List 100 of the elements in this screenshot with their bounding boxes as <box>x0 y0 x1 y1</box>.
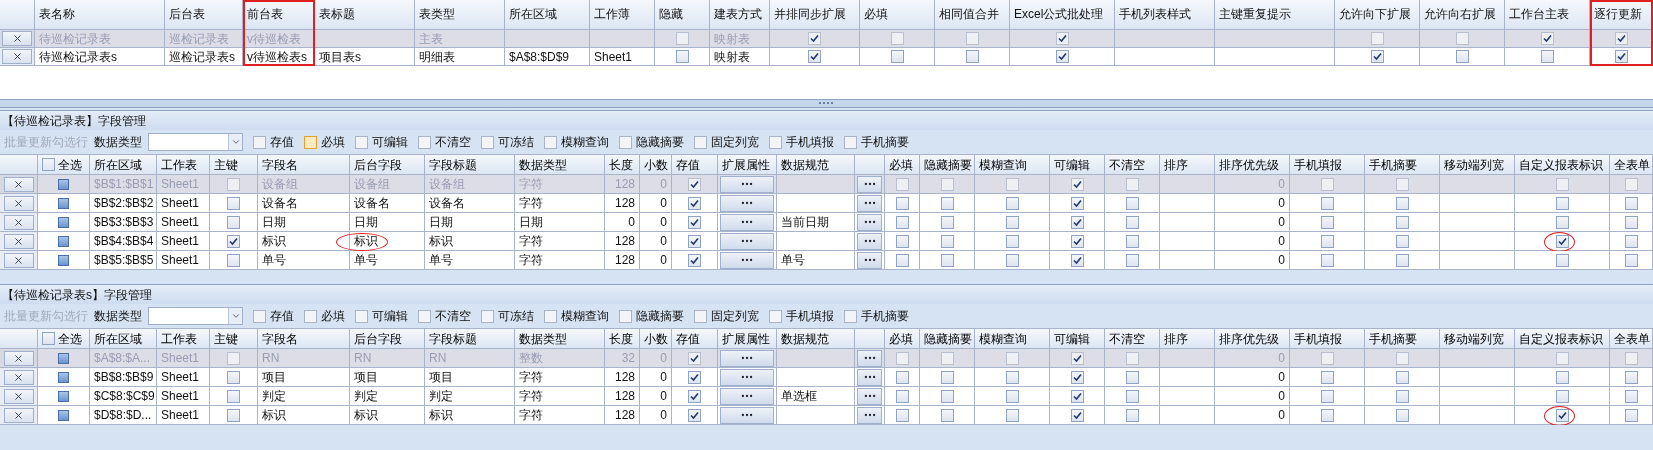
checkbox[interactable] <box>1455 50 1469 63</box>
select-all-checkbox[interactable] <box>42 158 55 171</box>
checkbox[interactable] <box>1395 389 1409 403</box>
checkbox[interactable] <box>227 215 240 229</box>
checkbox[interactable] <box>1125 370 1139 384</box>
filter-checkbox[interactable] <box>619 309 632 323</box>
row-selector-icon[interactable] <box>58 409 69 421</box>
checkbox[interactable] <box>1555 408 1569 422</box>
checkbox[interactable] <box>1555 215 1569 229</box>
column-header[interactable]: 字段名 <box>258 329 350 349</box>
checkbox[interactable] <box>227 196 240 210</box>
delete-row-button[interactable] <box>3 214 34 230</box>
checkbox[interactable] <box>1624 408 1638 422</box>
checkbox[interactable] <box>1540 50 1554 63</box>
checkbox[interactable] <box>940 234 954 248</box>
row-selector-icon[interactable] <box>58 197 69 209</box>
column-header[interactable]: 所在区域 <box>505 0 590 30</box>
checkbox[interactable] <box>1395 234 1409 248</box>
filter-checkbox[interactable] <box>694 309 707 323</box>
checkbox[interactable] <box>1555 234 1569 248</box>
column-header[interactable]: 允许向下扩展 <box>1335 0 1420 30</box>
column-header[interactable]: 长度 <box>605 155 640 175</box>
filter-checkbox[interactable] <box>844 309 857 323</box>
column-header[interactable]: 允许向右扩展 <box>1420 0 1505 30</box>
data-type-dropdown[interactable] <box>148 133 243 151</box>
column-header[interactable]: 排序优先级 <box>1215 155 1290 175</box>
data-type-dropdown[interactable] <box>148 307 243 325</box>
filter-checkbox[interactable] <box>619 135 632 149</box>
checkbox[interactable] <box>1125 215 1139 229</box>
column-header[interactable]: 字段标题 <box>425 329 515 349</box>
checkbox[interactable] <box>1320 215 1334 229</box>
checkbox[interactable] <box>1320 234 1334 248</box>
filter-checkbox[interactable] <box>844 135 857 149</box>
column-header[interactable]: 全表单 <box>1610 155 1653 175</box>
row-header[interactable] <box>0 213 38 232</box>
checkbox[interactable] <box>1624 389 1638 403</box>
checkbox[interactable] <box>940 389 954 403</box>
delete-row-button[interactable] <box>3 350 34 366</box>
column-header[interactable]: 表名称 <box>35 0 165 30</box>
column-header[interactable]: 工作台主表 <box>1505 0 1590 30</box>
column-header[interactable]: 手机填报 <box>1290 155 1365 175</box>
checkbox[interactable] <box>1555 389 1569 403</box>
column-header[interactable]: 数据规范 <box>777 329 855 349</box>
column-header[interactable]: 手机摘要 <box>1365 329 1440 349</box>
checkbox[interactable] <box>890 50 904 63</box>
checkbox[interactable] <box>1320 253 1334 267</box>
checkbox[interactable] <box>1005 253 1019 267</box>
checkbox[interactable] <box>227 370 240 384</box>
column-header[interactable]: 扩展属性 <box>718 155 777 175</box>
checkbox[interactable] <box>1070 215 1084 229</box>
column-header[interactable]: 表标题 <box>315 0 415 30</box>
column-header[interactable]: 字段标题 <box>425 155 515 175</box>
row-header[interactable] <box>0 232 38 251</box>
checkbox[interactable] <box>1395 215 1409 229</box>
checkbox[interactable] <box>965 50 979 63</box>
column-header[interactable]: 隐藏摘要 <box>920 329 975 349</box>
checkbox[interactable] <box>940 196 954 210</box>
checkbox[interactable] <box>1320 196 1334 210</box>
column-header[interactable]: Excel公式批处理 <box>1010 0 1115 30</box>
delete-row-button[interactable] <box>3 407 34 423</box>
filter-checkbox[interactable] <box>769 309 782 323</box>
row-header[interactable] <box>0 175 38 194</box>
checkbox[interactable] <box>1395 408 1409 422</box>
column-header[interactable]: 数据类型 <box>515 155 605 175</box>
checkbox[interactable] <box>895 215 909 229</box>
filter-checkbox[interactable] <box>544 135 557 149</box>
row-header[interactable] <box>0 387 38 406</box>
checkbox[interactable] <box>1005 370 1019 384</box>
checkbox[interactable] <box>1624 370 1638 384</box>
checkbox[interactable] <box>1395 370 1409 384</box>
checkbox[interactable] <box>1055 50 1069 63</box>
filter-checkbox[interactable] <box>418 135 431 149</box>
checkbox[interactable] <box>688 389 701 403</box>
checkbox[interactable] <box>1320 408 1334 422</box>
checkbox[interactable] <box>1070 234 1084 248</box>
row-header[interactable] <box>0 406 38 425</box>
checkbox[interactable] <box>688 215 701 229</box>
column-header[interactable]: 并排同步扩展 <box>770 0 860 30</box>
column-header[interactable]: 不清空 <box>1105 329 1160 349</box>
column-header[interactable]: 所在区域 <box>90 155 157 175</box>
checkbox[interactable] <box>940 215 954 229</box>
column-header[interactable]: 所在区域 <box>90 329 157 349</box>
checkbox[interactable] <box>895 196 909 210</box>
splitter-handle-icon[interactable] <box>818 102 835 105</box>
checkbox[interactable] <box>1624 234 1638 248</box>
checkbox[interactable] <box>1370 50 1384 63</box>
checkbox[interactable] <box>1005 234 1019 248</box>
column-header[interactable]: 移动端列宽 <box>1440 329 1515 349</box>
checkbox[interactable] <box>940 253 954 267</box>
column-header[interactable]: 建表方式 <box>710 0 770 30</box>
column-header[interactable]: 手机摘要 <box>1365 155 1440 175</box>
row-selector-icon[interactable] <box>58 178 69 190</box>
column-header[interactable]: 不清空 <box>1105 155 1160 175</box>
checkbox[interactable] <box>1070 253 1084 267</box>
checkbox[interactable] <box>1070 196 1084 210</box>
filter-checkbox[interactable] <box>769 135 782 149</box>
column-header[interactable]: 必填 <box>885 329 920 349</box>
column-header[interactable]: 工作薄 <box>590 0 655 30</box>
column-header[interactable]: 移动端列宽 <box>1440 155 1515 175</box>
checkbox[interactable] <box>1320 389 1334 403</box>
